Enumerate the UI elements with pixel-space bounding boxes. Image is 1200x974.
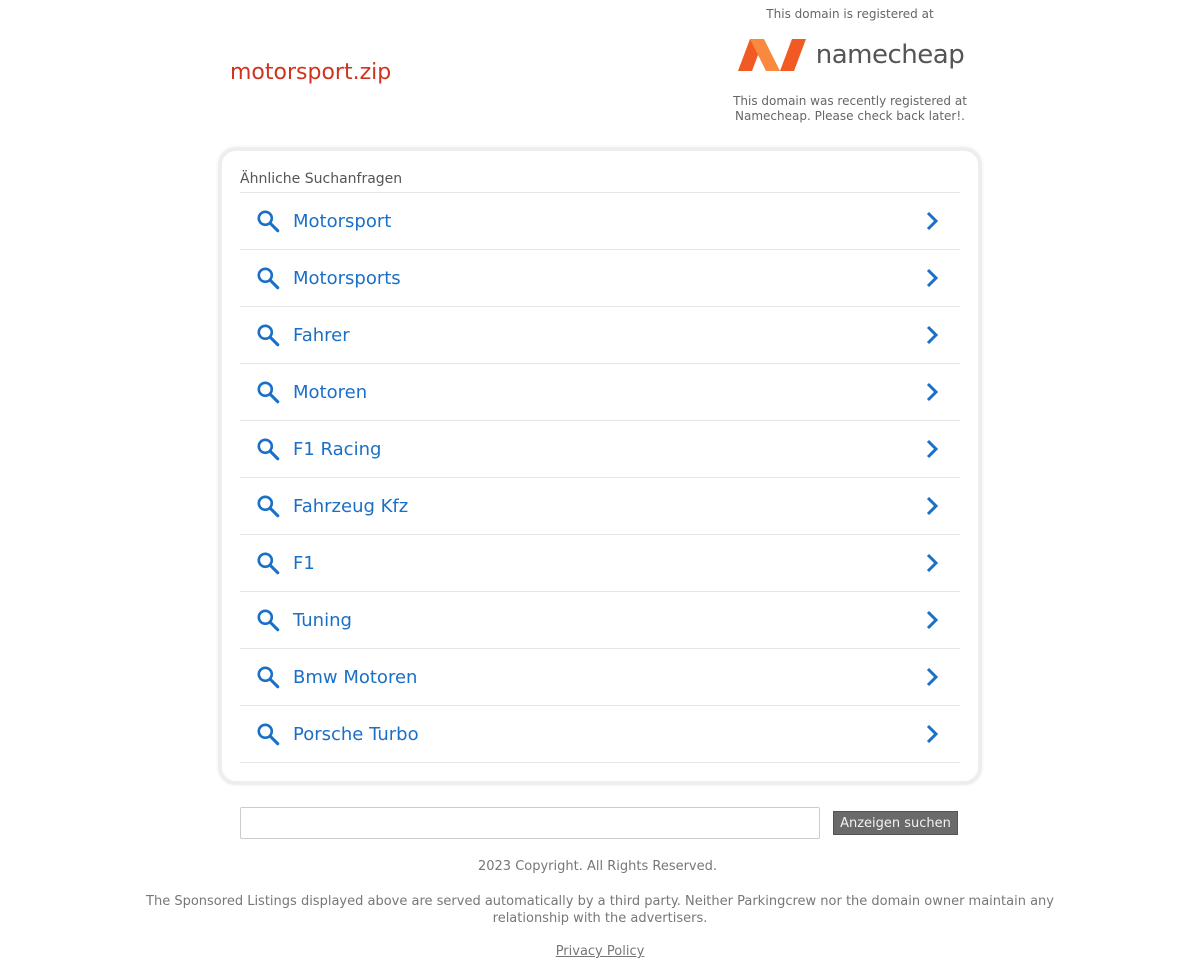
search-input[interactable]	[240, 807, 820, 839]
copyright-text: 2023 Copyright. All Rights Reserved.	[477, 859, 718, 874]
list-item[interactable]: Porsche Turbo	[240, 706, 960, 763]
list-item-label[interactable]: Motorsport	[293, 211, 391, 232]
search-icon	[254, 435, 282, 463]
privacy-policy-container: Privacy Policy	[0, 944, 1200, 959]
chevron-right-icon	[918, 378, 946, 406]
chevron-right-icon	[918, 207, 946, 235]
chevron-right-icon	[918, 264, 946, 292]
search-icon	[254, 321, 282, 349]
list-item-label[interactable]: Motoren	[293, 382, 367, 403]
registrar-note-line1: This domain was recently registered at	[733, 94, 967, 108]
search-icon	[254, 207, 282, 235]
registrar-block: This domain is registered at namecheap T…	[718, 6, 982, 124]
list-item-label[interactable]: F1 Racing	[293, 439, 381, 460]
privacy-policy-link[interactable]: Privacy Policy	[556, 944, 645, 959]
related-searches-list: Motorsport Motorsports Fahrer Motoren F1…	[240, 192, 960, 763]
search-icon	[254, 606, 282, 634]
list-item-label[interactable]: Porsche Turbo	[293, 724, 419, 745]
search-icon	[254, 663, 282, 691]
list-item[interactable]: Motorsport	[240, 193, 960, 250]
list-item-label[interactable]: Fahrer	[293, 325, 350, 346]
list-item[interactable]: Fahrzeug Kfz	[240, 478, 960, 535]
search-icon	[254, 492, 282, 520]
chevron-right-icon	[918, 663, 946, 691]
search-icon	[254, 549, 282, 577]
registrar-note-line2: Namecheap. Please check back later!.	[735, 109, 965, 123]
list-item[interactable]: Tuning	[240, 592, 960, 649]
list-item[interactable]: Motoren	[240, 364, 960, 421]
search-icon	[254, 378, 282, 406]
disclaimer-text: The Sponsored Listings displayed above a…	[146, 894, 1054, 926]
chevron-right-icon	[918, 435, 946, 463]
chevron-right-icon	[918, 720, 946, 748]
related-searches-panel: Ähnliche Suchanfragen Motorsport Motorsp…	[218, 147, 982, 785]
search-icon	[254, 720, 282, 748]
list-item-label[interactable]: Motorsports	[293, 268, 401, 289]
list-item-label[interactable]: Fahrzeug Kfz	[293, 496, 408, 517]
domain-title: motorsport.zip	[230, 60, 392, 85]
search-icon	[254, 264, 282, 292]
list-item-label[interactable]: F1	[293, 553, 315, 574]
list-item[interactable]: Motorsports	[240, 250, 960, 307]
registrar-note: This domain was recently registered at N…	[718, 94, 982, 124]
chevron-right-icon	[918, 321, 946, 349]
registrar-caption: This domain is registered at	[766, 7, 934, 21]
list-item-label[interactable]: Bmw Motoren	[293, 667, 417, 688]
list-item[interactable]: F1 Racing	[240, 421, 960, 478]
list-item-label[interactable]: Tuning	[293, 610, 352, 631]
list-item[interactable]: F1	[240, 535, 960, 592]
chevron-right-icon	[918, 549, 946, 577]
namecheap-logo[interactable]: namecheap	[718, 24, 982, 86]
related-searches-heading: Ähnliche Suchanfragen	[240, 171, 403, 187]
namecheap-logo-mark	[737, 39, 806, 71]
search-ads-button[interactable]: Anzeigen suchen	[833, 811, 958, 835]
list-item[interactable]: Fahrer	[240, 307, 960, 364]
namecheap-logo-text: namecheap	[815, 40, 965, 70]
chevron-right-icon	[918, 492, 946, 520]
chevron-right-icon	[918, 606, 946, 634]
list-item[interactable]: Bmw Motoren	[240, 649, 960, 706]
